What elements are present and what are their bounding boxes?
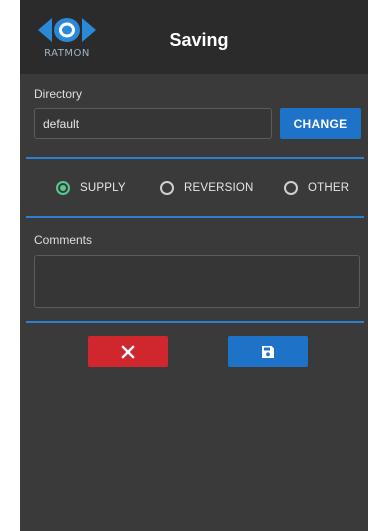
- page-title: Saving: [169, 30, 229, 50]
- cancel-button[interactable]: [88, 336, 168, 367]
- radio-supply[interactable]: SUPPLY: [56, 176, 126, 200]
- radio-label: REVERSION: [184, 182, 254, 194]
- type-radio-group: SUPPLY REVERSION OTHER: [20, 176, 368, 200]
- directory-input[interactable]: [34, 108, 272, 139]
- close-icon: [121, 344, 135, 359]
- radio-label: OTHER: [308, 182, 350, 194]
- floppy-disk-icon: [262, 345, 274, 358]
- comments-input[interactable]: [34, 255, 360, 308]
- divider: [26, 321, 364, 323]
- save-button[interactable]: [228, 336, 308, 367]
- change-directory-button[interactable]: CHANGE: [280, 108, 361, 139]
- radio-checked-icon: [56, 181, 70, 195]
- directory-label: Directory: [34, 87, 83, 101]
- comments-label: Comments: [34, 233, 93, 247]
- header-bar: RATMON Saving: [20, 0, 368, 74]
- radio-reversion[interactable]: REVERSION: [160, 176, 254, 200]
- divider: [26, 216, 364, 218]
- radio-other[interactable]: OTHER: [284, 176, 349, 200]
- radio-unchecked-icon: [160, 181, 174, 195]
- divider: [26, 157, 364, 159]
- radio-unchecked-icon: [284, 181, 298, 195]
- radio-label: SUPPLY: [80, 182, 126, 194]
- saving-dialog: RATMON Saving Directory CHANGE SUPPLY RE…: [20, 0, 368, 531]
